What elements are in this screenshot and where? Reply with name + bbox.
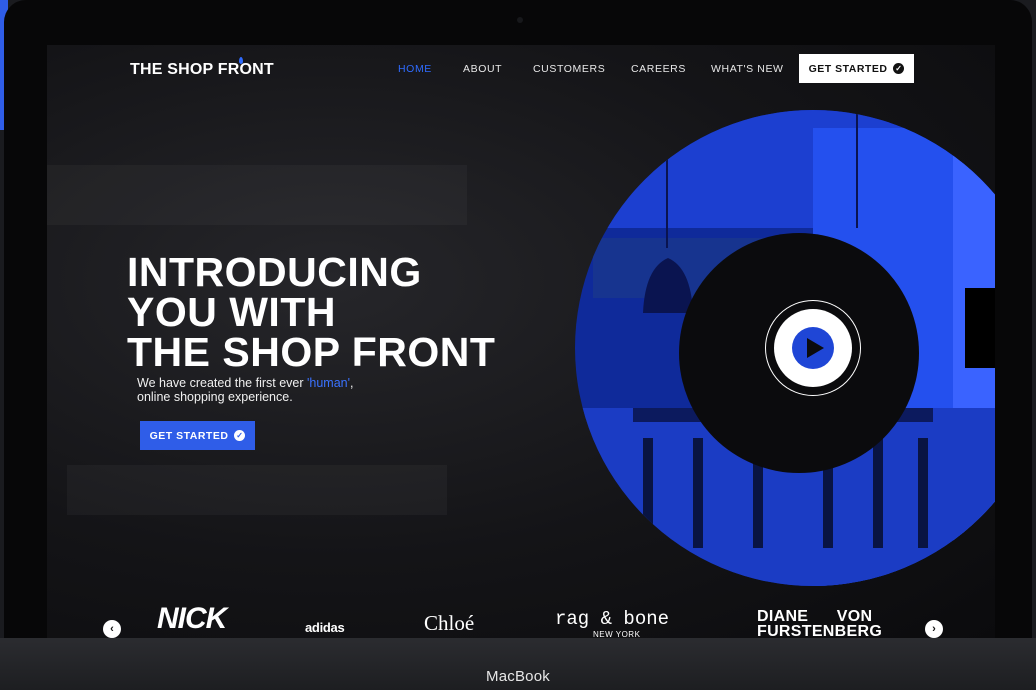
play-icon-disc (792, 327, 834, 369)
hero-title: INTRODUCING YOU WITH THE SHOP FRONT (127, 249, 496, 375)
play-button-face (774, 309, 852, 387)
highlight-text: 'human' (307, 376, 350, 390)
laptop-frame: THE SHOP FRONT HOME ABOUT CUSTOMERS CARE… (4, 0, 1032, 670)
check-circle-icon: ✓ (893, 63, 905, 74)
brand-logo-rag-bone: rag & bone (555, 608, 670, 630)
check-circle-icon: ✓ (234, 430, 246, 441)
brand-logo-dvf: DIANE VON FURSTENBERG (757, 608, 883, 639)
background-shelf (67, 465, 447, 515)
get-started-nav-button[interactable]: GET STARTED ✓ (799, 54, 914, 83)
nav-home[interactable]: HOME (398, 63, 432, 75)
nav-whats-new[interactable]: WHAT'S NEW (711, 63, 784, 75)
brand-logo-adidas: adidas (305, 620, 345, 635)
play-video-button[interactable] (765, 300, 861, 396)
nav-about[interactable]: ABOUT (463, 63, 502, 75)
carousel-next-button[interactable]: › (925, 620, 943, 638)
brand-logo-nick: NICK (157, 602, 227, 635)
background-shelf (47, 165, 467, 225)
carousel-prev-button[interactable]: ‹ (103, 620, 121, 638)
brand-logo-rag-bone-sub: NEW YORK (593, 630, 641, 638)
hero-subtitle: We have created the first ever 'human', … (137, 376, 354, 404)
play-icon (807, 338, 824, 358)
hero-title-line: YOU WITH (127, 289, 336, 335)
get-started-hero-button[interactable]: GET STARTED ✓ (140, 421, 255, 450)
nav-customers[interactable]: CUSTOMERS (533, 63, 605, 75)
hero-title-line: INTRODUCING (127, 249, 422, 295)
get-started-nav-label: GET STARTED (808, 62, 888, 75)
webcam (517, 17, 523, 23)
hero-title-line: THE SHOP FRONT (127, 329, 496, 375)
device-label: MacBook (486, 668, 550, 685)
website-screen: THE SHOP FRONT HOME ABOUT CUSTOMERS CARE… (47, 45, 995, 638)
nav-careers[interactable]: CAREERS (631, 63, 686, 75)
brand-logo-chloe: Chloé (424, 611, 475, 635)
get-started-hero-label: GET STARTED (149, 429, 229, 442)
